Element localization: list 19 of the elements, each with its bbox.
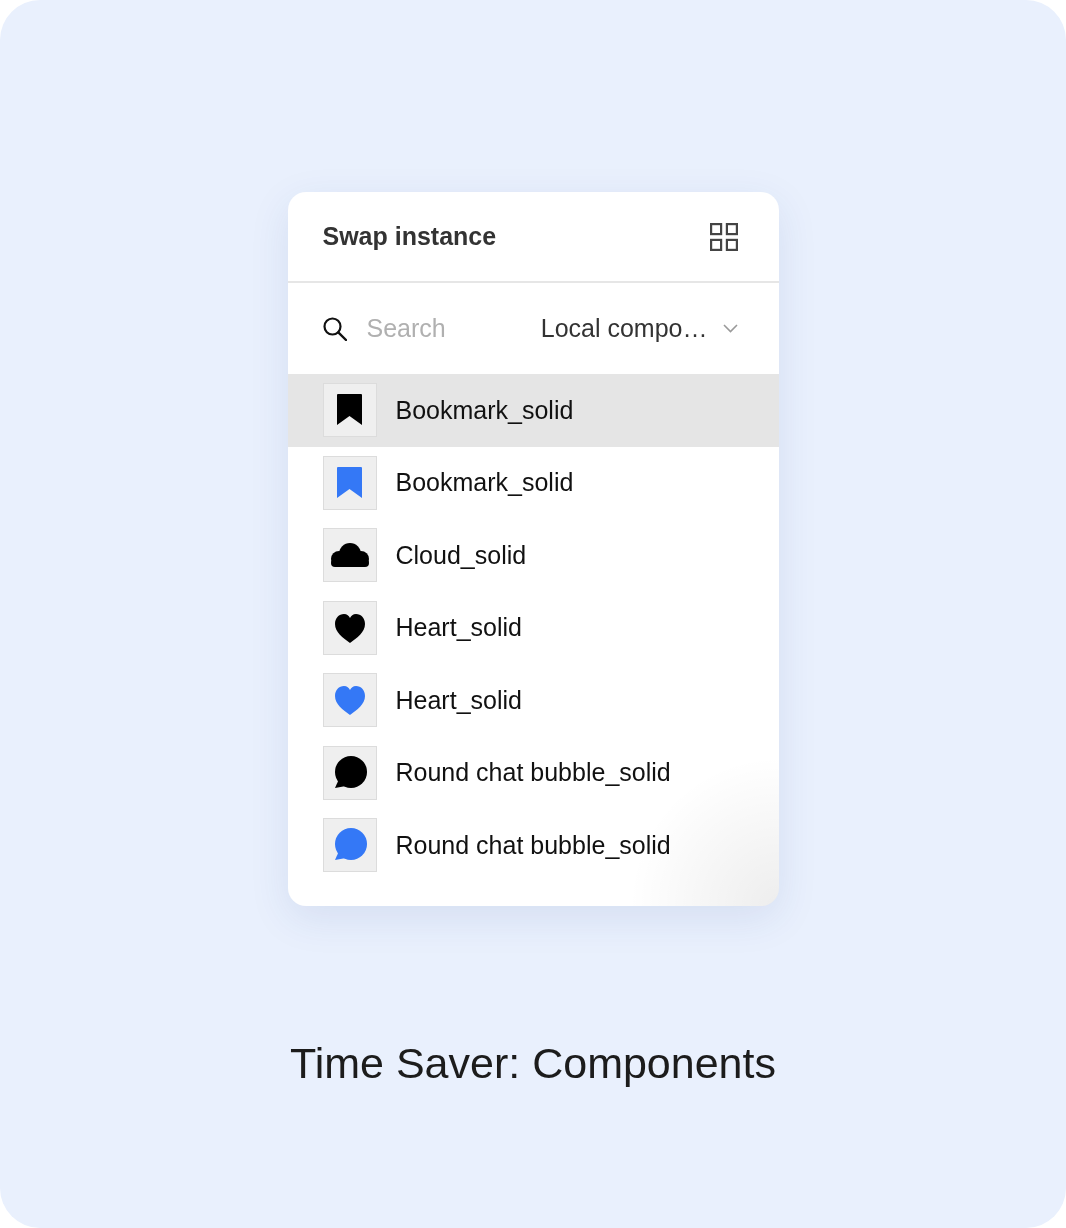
search-icon <box>322 316 347 341</box>
cloud-icon <box>322 528 377 583</box>
chat-icon <box>322 818 377 873</box>
component-list-item[interactable]: Heart_solid <box>287 664 779 737</box>
grid-view-icon[interactable] <box>709 222 738 251</box>
bookmark-icon <box>322 383 377 438</box>
library-dropdown[interactable]: Local compo… <box>540 314 738 343</box>
component-list-item[interactable]: Round chat bubble_solid <box>287 736 779 809</box>
caption-text: Time Saver: Components <box>290 1037 776 1089</box>
component-list-item[interactable]: Round chat bubble_solid <box>287 809 779 882</box>
chevron-down-icon <box>722 324 738 333</box>
bookmark-icon <box>322 455 377 510</box>
component-list-item[interactable]: Bookmark_solid <box>287 374 779 447</box>
panel-title: Swap instance <box>322 222 497 251</box>
component-list-item[interactable]: Heart_solid <box>287 591 779 664</box>
component-list-item[interactable]: Cloud_solid <box>287 519 779 592</box>
component-list-item[interactable]: Bookmark_solid <box>287 446 779 519</box>
search-field[interactable]: Search <box>366 310 541 347</box>
chat-icon <box>322 745 377 800</box>
